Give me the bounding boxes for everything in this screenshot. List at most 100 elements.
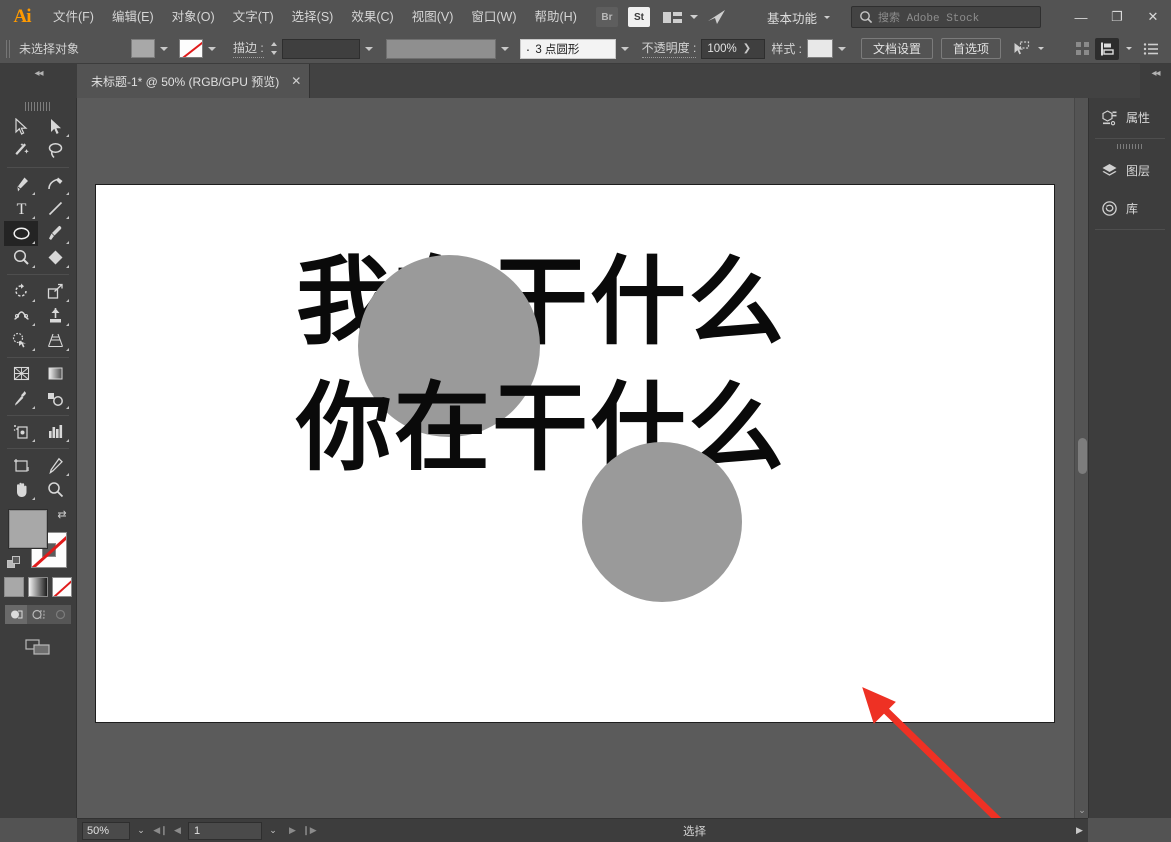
stroke-profile-chevron-down-icon[interactable] [500, 46, 509, 51]
width-tool[interactable] [4, 304, 38, 329]
direct-selection-tool[interactable] [38, 114, 72, 139]
ellipse-tool[interactable] [4, 221, 38, 246]
preferences-button[interactable]: 首选项 [941, 38, 1002, 59]
mesh-tool[interactable] [4, 362, 38, 387]
first-artboard-button[interactable]: ◀❙ [152, 822, 169, 840]
zoom-chevron-down-icon[interactable]: ⌄ [130, 822, 152, 840]
symbol-sprayer-tool[interactable] [4, 420, 38, 445]
perspective-grid-tool[interactable] [38, 328, 72, 353]
curvature-tool[interactable] [38, 172, 72, 197]
gradient-fill-button[interactable] [28, 577, 48, 597]
stock-search-input[interactable]: 搜索 Adobe Stock [851, 6, 1041, 28]
panel-properties[interactable]: 属性 [1089, 98, 1171, 136]
menu-effect[interactable]: 效果(C) [342, 0, 402, 34]
zoom-level-input[interactable]: 50% [82, 821, 130, 840]
panel-layers[interactable]: 图层 [1089, 151, 1171, 189]
style-chevron-down-icon[interactable] [838, 46, 847, 51]
artwork-text-line-2[interactable]: 你在干什么 [96, 373, 1054, 483]
window-maximize-button[interactable]: ❐ [1099, 0, 1135, 34]
draw-inside-button[interactable] [49, 605, 71, 624]
shape-builder-tool[interactable] [4, 328, 38, 353]
lasso-tool[interactable] [38, 139, 72, 164]
blend-tool[interactable] [38, 386, 72, 411]
select-similar-chevron-down-icon[interactable] [1038, 47, 1045, 50]
screen-mode-button[interactable] [21, 636, 55, 658]
column-graph-tool[interactable] [38, 420, 72, 445]
zoom-tool[interactable] [38, 478, 72, 503]
bridge-icon[interactable]: Br [595, 7, 618, 27]
menu-type[interactable]: 文字(T) [224, 0, 283, 34]
status-menu-button[interactable]: ▶ [1071, 822, 1088, 840]
artboard-tool[interactable] [4, 453, 38, 478]
line-segment-tool[interactable] [38, 197, 72, 222]
artboard-number-input[interactable]: 1 [188, 821, 262, 840]
window-close-button[interactable]: ✕ [1135, 0, 1171, 34]
swap-fill-stroke-icon[interactable]: ⇄ [55, 508, 69, 522]
document-setup-button[interactable]: 文档设置 [861, 38, 934, 59]
tools-panel-grip[interactable] [25, 102, 51, 111]
stroke-color-swatch[interactable] [179, 39, 203, 58]
type-tool[interactable]: T [4, 197, 38, 222]
opacity-flyout-icon[interactable]: ❯ [743, 43, 751, 54]
stroke-weight-stepper[interactable] [269, 40, 280, 57]
canvas-vertical-scrollbar[interactable]: ⌄ [1074, 98, 1088, 818]
arrange-documents-icon[interactable] [662, 10, 683, 24]
more-options-icon[interactable] [1139, 38, 1163, 60]
canvas-area[interactable]: 我在干什么 你在干什么 ⌄ [77, 98, 1088, 818]
fill-color-swatch[interactable] [131, 39, 155, 58]
pen-tool[interactable] [4, 172, 38, 197]
paintbrush-tool[interactable] [38, 221, 72, 246]
document-tab-close-icon[interactable]: ✕ [291, 74, 301, 88]
panel-libraries[interactable]: 库 [1089, 189, 1171, 227]
last-artboard-button[interactable]: ❙▶ [301, 822, 318, 840]
scale-tool[interactable] [38, 279, 72, 304]
menu-edit[interactable]: 编辑(E) [103, 0, 163, 34]
arrange-chevron-down-icon[interactable] [689, 15, 698, 19]
align-objects-icon[interactable] [1095, 37, 1119, 60]
gradient-tool[interactable] [38, 362, 72, 387]
selection-tool[interactable] [4, 114, 38, 139]
menu-select[interactable]: 选择(S) [283, 0, 343, 34]
draw-normal-button[interactable] [5, 605, 27, 624]
rotate-tool[interactable] [4, 279, 38, 304]
menu-object[interactable]: 对象(O) [163, 0, 224, 34]
stroke-chevron-down-icon[interactable] [208, 46, 216, 51]
stroke-swatch-group[interactable] [179, 39, 223, 58]
hand-tool[interactable] [4, 478, 38, 503]
fill-color-box[interactable] [9, 510, 47, 548]
stock-icon[interactable]: St [627, 7, 650, 27]
distribute-icon[interactable] [1071, 38, 1095, 60]
menu-view[interactable]: 视图(V) [403, 0, 463, 34]
select-similar-objects-group[interactable] [1013, 40, 1051, 57]
control-bar-grip[interactable] [6, 39, 11, 58]
next-artboard-button[interactable]: ▶ [284, 822, 301, 840]
none-fill-button[interactable] [52, 577, 72, 597]
artwork-circle-2[interactable] [582, 442, 742, 602]
magic-wand-tool[interactable] [4, 139, 38, 164]
document-tab[interactable]: 未标题-1* @ 50% (RGB/GPU 预览) ✕ [77, 64, 311, 98]
menu-help[interactable]: 帮助(H) [526, 0, 586, 34]
stroke-weight-chevron-down-icon[interactable] [364, 46, 373, 51]
eyedropper-tool[interactable] [4, 386, 38, 411]
scroll-down-chevron-icon[interactable]: ⌄ [1075, 805, 1088, 816]
align-chevron-down-icon[interactable] [1126, 47, 1132, 50]
workspace-selector[interactable]: 基本功能 [767, 8, 837, 27]
default-fill-stroke-icon[interactable] [7, 556, 23, 572]
free-transform-tool[interactable] [38, 304, 72, 329]
window-minimize-button[interactable]: — [1063, 0, 1099, 34]
graphic-style-swatch[interactable] [807, 39, 834, 58]
eraser-tool[interactable] [38, 246, 72, 271]
previous-artboard-button[interactable]: ◀ [169, 822, 186, 840]
brush-definition-select[interactable]: · 3 点圆形 [519, 38, 616, 59]
canvas-vertical-scroll-thumb[interactable] [1078, 438, 1087, 474]
artwork-text-line-1[interactable]: 我在干什么 [96, 247, 1054, 357]
stroke-profile-select[interactable] [385, 38, 496, 59]
menu-window[interactable]: 窗口(W) [462, 0, 525, 34]
brush-chevron-down-icon[interactable] [620, 46, 629, 51]
slice-tool[interactable] [38, 453, 72, 478]
fill-swatch-group[interactable] [131, 39, 175, 58]
artboard[interactable]: 我在干什么 你在干什么 [95, 184, 1055, 723]
color-fill-button[interactable] [4, 577, 24, 597]
right-panel-collapse-button[interactable]: ◂◂ [1140, 64, 1171, 98]
opacity-input[interactable]: 100% ❯ [701, 38, 766, 59]
